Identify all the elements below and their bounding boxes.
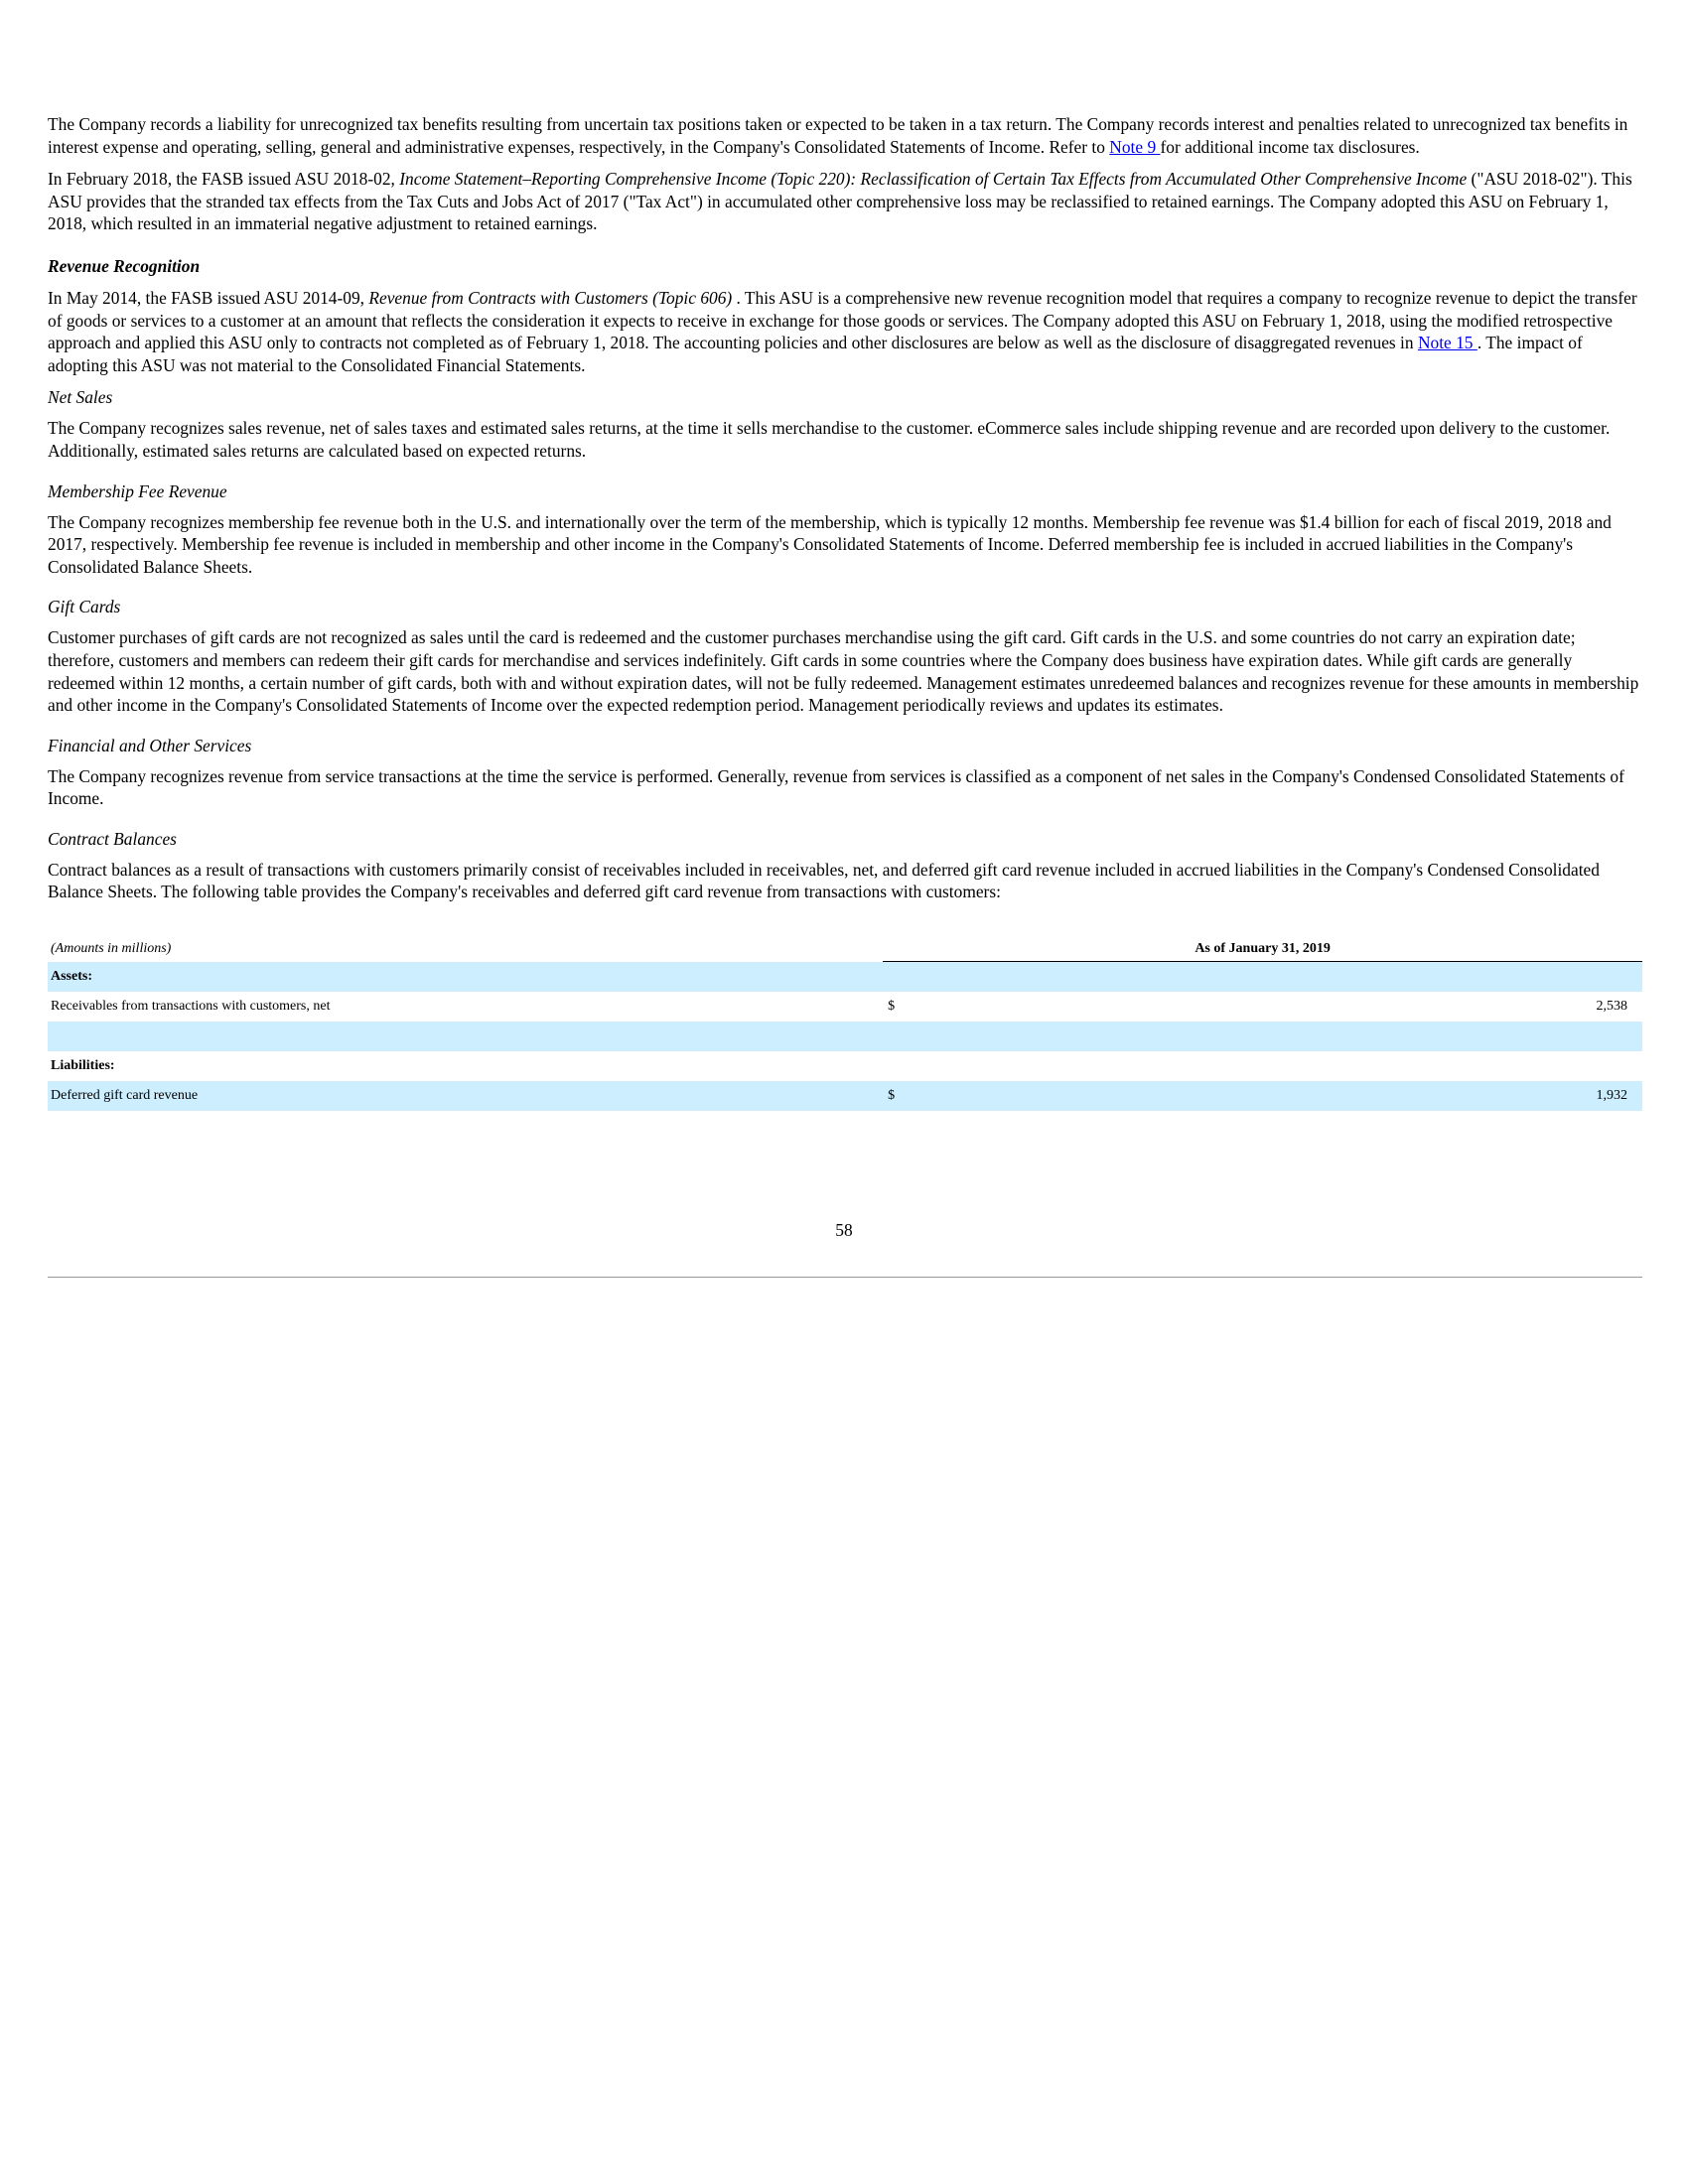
currency-symbol: $ (883, 1081, 931, 1112)
net-sales-heading: Net Sales (48, 387, 113, 408)
liabilities-label: Liabilities: (51, 1058, 115, 1074)
table-row: Liabilities: (48, 1051, 1642, 1081)
amounts-caption: (Amounts in millions) (51, 941, 172, 957)
deferred-label: Deferred gift card revenue (48, 1081, 884, 1112)
paragraph-text: In February 2018, the FASB issued ASU 20… (48, 169, 400, 190)
note-15-link[interactable]: Note 15 (1418, 333, 1477, 352)
receivables-label: Receivables from transactions with custo… (51, 999, 331, 1015)
asu-2018-02-paragraph: In February 2018, the FASB issued ASU 20… (48, 168, 1642, 235)
contract-balances-paragraph: Contract balances as a result of transac… (48, 859, 1600, 902)
contract-balances-heading: Contract Balances (48, 828, 177, 849)
financial-services-heading: Financial and Other Services (48, 735, 252, 755)
tax-benefits-paragraph: The Company records a liability for unre… (48, 113, 1642, 158)
membership-fee-paragraph: The Company recognizes membership fee re… (48, 511, 1612, 577)
document-page: The Company records a liability for unre… (48, 113, 1642, 1112)
note-9-link[interactable]: Note 9 (1109, 137, 1160, 157)
deferred-value: 1,932 (930, 1081, 1642, 1112)
financial-services-paragraph: The Company recognizes revenue from serv… (48, 765, 1624, 809)
column-header-date: As of January 31, 2019 (883, 937, 1642, 963)
gift-cards-heading: Gift Cards (48, 597, 121, 617)
empty-cell (930, 1022, 1642, 1052)
empty-cell (930, 961, 1642, 993)
table-row: Assets: (48, 961, 1642, 993)
paragraph-text: In May 2014, the FASB issued ASU 2014-09… (48, 287, 369, 308)
standard-title: Revenue from Contracts with Customers (T… (368, 287, 733, 308)
empty-cell (883, 1051, 930, 1081)
page-divider (48, 1277, 1642, 1278)
empty-cell (48, 1022, 884, 1052)
net-sales-paragraph: The Company recognizes sales revenue, ne… (48, 418, 1611, 461)
table-row: Receivables from transactions with custo… (48, 992, 1642, 1022)
revenue-recognition-heading: Revenue Recognition (48, 255, 201, 276)
assets-label: Assets: (48, 961, 884, 993)
gift-cards-paragraph: Customer purchases of gift cards are not… (48, 627, 1639, 716)
table-row (48, 1022, 1642, 1052)
membership-fee-heading: Membership Fee Revenue (48, 480, 227, 501)
empty-cell (930, 1051, 1642, 1081)
asu-2014-09-paragraph: In May 2014, the FASB issued ASU 2014-09… (48, 287, 1642, 376)
table-row: Deferred gift card revenue $ 1,932 (48, 1081, 1642, 1112)
receivables-value: 2,538 (1596, 999, 1628, 1015)
table-header-row: (Amounts in millions) As of January 31, … (48, 937, 1642, 963)
empty-cell (883, 961, 931, 993)
standard-title: Income Statement–Reporting Comprehensive… (399, 169, 1468, 190)
empty-cell (883, 1022, 931, 1052)
paragraph-text: for additional income tax disclosures. (1160, 136, 1420, 157)
currency-symbol: $ (888, 999, 896, 1015)
contract-balances-table: (Amounts in millions) As of January 31, … (48, 937, 1642, 1112)
page-number: 58 (835, 1220, 853, 1240)
